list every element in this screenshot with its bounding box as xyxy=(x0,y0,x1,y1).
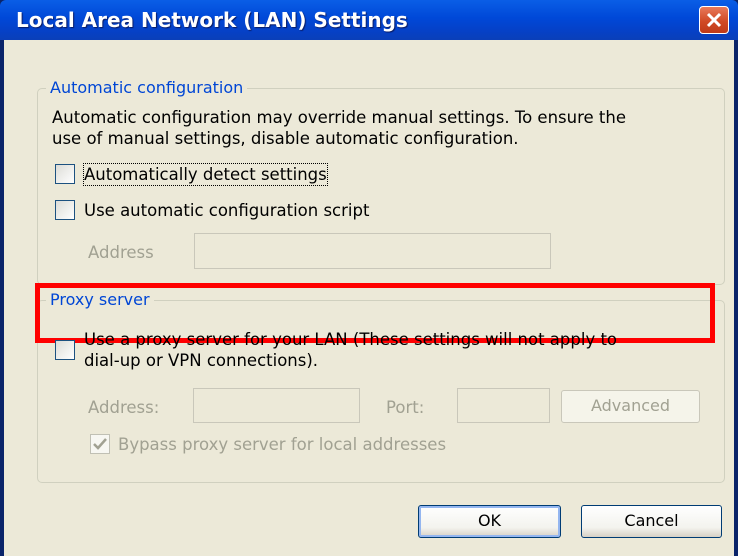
cancel-button[interactable]: Cancel xyxy=(581,505,722,538)
title-bar[interactable]: Local Area Network (LAN) Settings xyxy=(0,0,738,40)
close-x-icon xyxy=(706,12,722,28)
auto-config-description-line2: use of manual settings, disable automati… xyxy=(52,129,519,148)
auto-detect-checkbox[interactable] xyxy=(55,164,75,184)
proxy-port-label: Port: xyxy=(386,398,425,417)
script-address-label: Address xyxy=(88,243,154,262)
close-button[interactable] xyxy=(699,6,729,34)
auto-config-description-line1: Automatic configuration may override man… xyxy=(52,108,626,127)
ok-button[interactable]: OK xyxy=(418,505,561,538)
proxy-address-label: Address: xyxy=(88,398,160,417)
use-proxy-label-line2[interactable]: dial-up or VPN connections). xyxy=(84,350,318,371)
window-title: Local Area Network (LAN) Settings xyxy=(16,8,408,32)
proxy-port-input[interactable] xyxy=(457,388,550,423)
advanced-button[interactable]: Advanced xyxy=(561,390,700,423)
auto-detect-label[interactable]: Automatically detect settings xyxy=(83,163,328,186)
use-config-script-label[interactable]: Use automatic configuration script xyxy=(84,200,369,221)
bypass-local-checkbox[interactable] xyxy=(90,434,110,454)
bypass-local-label[interactable]: Bypass proxy server for local addresses xyxy=(118,434,446,455)
use-proxy-checkbox[interactable] xyxy=(55,340,75,360)
auto-config-legend: Automatic configuration xyxy=(46,78,248,97)
checkmark-icon xyxy=(93,438,107,450)
use-config-script-checkbox[interactable] xyxy=(55,200,75,220)
proxy-address-input[interactable] xyxy=(193,388,360,423)
use-proxy-label-line1[interactable]: Use a proxy server for your LAN (These s… xyxy=(84,329,617,350)
script-address-input[interactable] xyxy=(194,233,551,269)
